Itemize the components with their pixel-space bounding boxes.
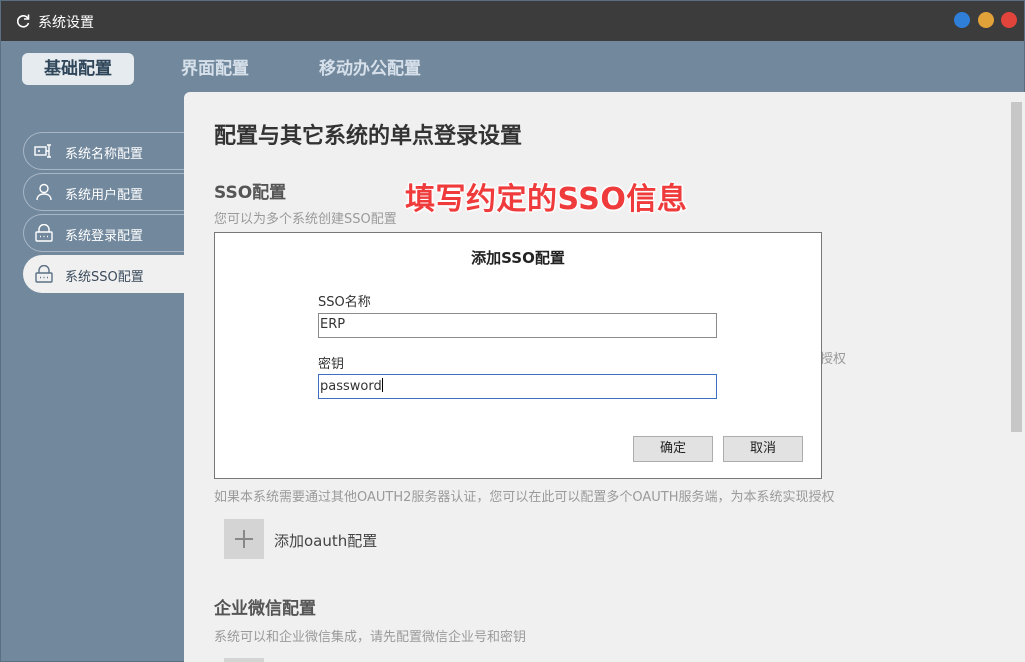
add-wechat-button[interactable] xyxy=(224,658,264,662)
refresh-icon xyxy=(17,14,30,28)
window-minimize-button[interactable] xyxy=(978,12,994,28)
window-title: 系统设置 xyxy=(38,15,94,31)
lock-icon xyxy=(35,265,53,283)
oauth-section-desc: 如果本系统需要通过其他OAUTH2服务器认证，您可以在此可以配置多个OAUTH服… xyxy=(214,490,835,505)
sidebar-item-system-name[interactable]: 系统名称配置 xyxy=(23,132,185,170)
tab-basic-config[interactable]: 基础配置 xyxy=(22,53,134,85)
text-caret xyxy=(381,378,383,392)
lock-icon xyxy=(35,224,53,242)
vertical-scrollbar[interactable] xyxy=(1008,92,1025,662)
tag-icon xyxy=(34,144,51,158)
window-blue-button[interactable] xyxy=(954,12,970,28)
sidebar-item-system-user[interactable]: 系统用户配置 xyxy=(23,173,185,211)
add-oauth-button[interactable] xyxy=(224,519,264,559)
sso-name-value: ERP xyxy=(320,317,346,332)
sidebar-item-label: 系统名称配置 xyxy=(65,147,144,162)
partial-text: 授权 xyxy=(820,352,847,367)
sidebar-item-system-sso[interactable]: 系统SSO配置 xyxy=(23,255,185,293)
tab-ui-config[interactable]: 界面配置 xyxy=(159,53,271,85)
secret-key-value: password xyxy=(320,379,382,394)
add-sso-dialog: 添加SSO配置 SSO名称 ERP 密钥 password 确定 取消 xyxy=(214,232,822,479)
sso-name-input[interactable]: ERP xyxy=(318,313,717,338)
title-bar: 系统设置 xyxy=(1,1,1024,41)
sso-section-title: SSO配置 xyxy=(214,183,287,203)
page-title: 配置与其它系统的单点登录设置 xyxy=(214,124,523,149)
sso-name-label: SSO名称 xyxy=(318,295,371,310)
sidebar-item-label: 系统用户配置 xyxy=(65,188,144,203)
dialog-title: 添加SSO配置 xyxy=(471,249,565,267)
wechat-section-title: 企业微信配置 xyxy=(214,599,316,619)
sidebar-item-system-login[interactable]: 系统登录配置 xyxy=(23,214,185,252)
secret-key-label: 密钥 xyxy=(318,357,345,372)
cancel-button[interactable]: 取消 xyxy=(723,436,803,462)
scrollbar-thumb[interactable] xyxy=(1011,102,1022,432)
user-icon xyxy=(36,183,52,201)
annotation-text: 填写约定的SSO信息 xyxy=(405,182,688,217)
wechat-section-desc: 系统可以和企业微信集成，请先配置微信企业号和密钥 xyxy=(214,630,527,645)
add-oauth-label[interactable]: 添加oauth配置 xyxy=(274,530,377,551)
secret-key-input[interactable]: password xyxy=(318,374,717,399)
confirm-button[interactable]: 确定 xyxy=(633,436,713,462)
sidebar-item-label: 系统登录配置 xyxy=(65,229,144,244)
settings-window: 系统设置 基础配置 界面配置 移动办公配置 系统名称配置 系统用户配置 系统登录… xyxy=(0,0,1025,662)
sidebar-item-label: 系统SSO配置 xyxy=(65,270,144,285)
tab-mobile-config[interactable]: 移动办公配置 xyxy=(296,53,444,85)
window-close-button[interactable] xyxy=(1001,12,1017,28)
sso-section-desc: 您可以为多个系统创建SSO配置 xyxy=(214,212,397,227)
